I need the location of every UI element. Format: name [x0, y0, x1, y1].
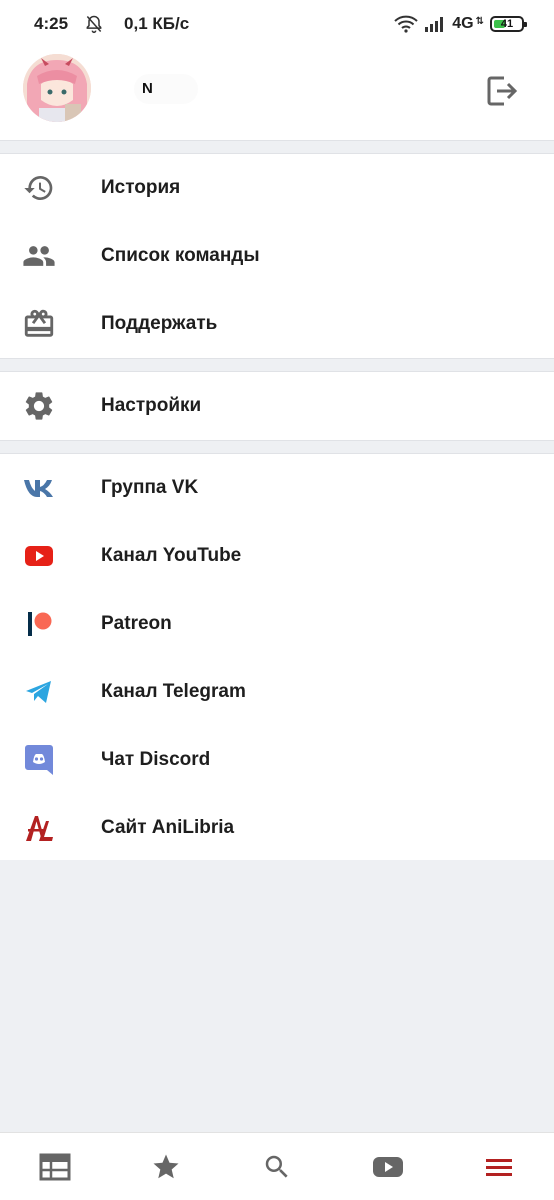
vk-icon [22, 471, 56, 505]
menu-item-donate[interactable]: Поддержать [0, 290, 554, 358]
battery-level: 41 [500, 18, 514, 30]
username: N [134, 74, 198, 104]
menu-item-label: Сайт AniLibria [101, 817, 235, 838]
bell-off-icon [86, 15, 102, 34]
battery-icon: 41 [490, 16, 527, 32]
discord-icon [22, 743, 56, 777]
menu-item-label: Список команды [101, 245, 260, 266]
menu-item-label: Поддержать [101, 313, 218, 334]
section-divider [0, 140, 554, 154]
menu-item-patreon[interactable]: Patreon [0, 590, 554, 658]
network-speed: 0,1 КБ/с [124, 14, 190, 33]
section-divider [0, 358, 554, 372]
menu-item-label: Настройки [101, 395, 202, 416]
anilibria-icon [22, 811, 56, 845]
menu-section-settings: Настройки [0, 372, 554, 440]
nav-favorites-button[interactable] [111, 1133, 222, 1200]
menu-item-label: Patreon [101, 613, 172, 634]
menu-item-label: Канал YouTube [101, 545, 242, 566]
status-bar: 4:25 0,1 КБ/с 4G ⇅ 41 [0, 0, 554, 48]
menu-item-history[interactable]: История [0, 154, 554, 222]
menu-item-settings[interactable]: Настройки [0, 372, 554, 440]
menu-item-anilibria[interactable]: Сайт AniLibria [0, 794, 554, 862]
logout-icon[interactable] [486, 74, 520, 108]
gear-icon [22, 389, 56, 423]
search-icon [265, 1155, 288, 1178]
menu-item-label: Канал Telegram [101, 681, 246, 702]
avatar-image [23, 54, 91, 122]
signal-icon [425, 17, 444, 32]
menu-item-telegram[interactable]: Канал Telegram [0, 658, 554, 726]
data-arrows-icon: ⇅ [475, 15, 484, 27]
menu-icon [485, 1158, 512, 1176]
gift-icon [22, 307, 56, 341]
patreon-icon [22, 607, 56, 641]
avatar[interactable] [23, 54, 91, 122]
menu-item-label: Группа VK [101, 477, 199, 498]
star-icon [153, 1154, 179, 1178]
nav-schedule-button[interactable] [0, 1133, 111, 1200]
menu-item-discord[interactable]: Чат Discord [0, 726, 554, 794]
network-type: 4G [452, 15, 474, 32]
video-icon [372, 1156, 403, 1177]
calendar-icon [39, 1153, 71, 1180]
telegram-icon [22, 675, 56, 709]
menu-section-links: Группа VK Канал YouTube Patreon Канал Te… [0, 454, 554, 860]
nav-menu-button[interactable] [443, 1133, 554, 1200]
bottom-navigation [0, 1132, 554, 1200]
nav-youtube-button[interactable] [332, 1133, 443, 1200]
wifi-icon [394, 15, 418, 33]
profile-header: N [0, 48, 554, 140]
menu-item-team[interactable]: Список команды [0, 222, 554, 290]
section-divider [0, 440, 554, 454]
menu-item-youtube[interactable]: Канал YouTube [0, 522, 554, 590]
menu-item-vk[interactable]: Группа VK [0, 454, 554, 522]
team-icon [22, 239, 56, 273]
menu-section-main: История Список команды Поддержать [0, 154, 554, 358]
menu-item-label: Чат Discord [101, 749, 211, 770]
history-icon [22, 171, 56, 205]
nav-search-button[interactable] [222, 1133, 333, 1200]
status-time: 4:25 [34, 14, 69, 33]
menu-item-label: История [101, 177, 181, 198]
youtube-icon [22, 539, 56, 573]
